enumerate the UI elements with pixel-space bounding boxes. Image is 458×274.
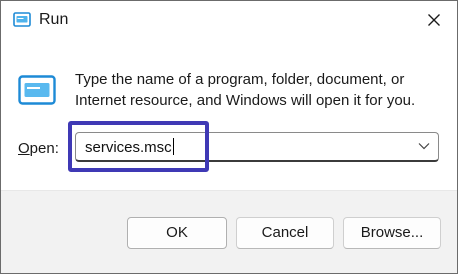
- browse-button-label: Browse...: [360, 224, 424, 241]
- browse-button[interactable]: Browse...: [343, 217, 441, 249]
- ok-button[interactable]: OK: [127, 217, 227, 249]
- title-bar[interactable]: Run: [1, 1, 457, 39]
- run-program-icon: [18, 75, 56, 105]
- text-caret: [172, 138, 174, 155]
- open-label: Open:: [18, 139, 59, 159]
- open-input[interactable]: services.msc: [85, 138, 174, 158]
- open-input-value: services.msc: [85, 139, 172, 156]
- open-label-text: pen:: [29, 140, 59, 157]
- open-combobox[interactable]: services.msc: [75, 132, 439, 162]
- cancel-button[interactable]: Cancel: [236, 217, 334, 249]
- close-icon[interactable]: [421, 7, 447, 33]
- window-title: Run: [39, 11, 69, 28]
- run-app-icon: [13, 12, 31, 27]
- run-dialog: Run Type the name of a program, folder, …: [0, 0, 458, 274]
- dialog-description: Type the name of a program, folder, docu…: [75, 71, 416, 109]
- button-bar: OK Cancel Browse...: [1, 190, 457, 273]
- chevron-down-icon[interactable]: [418, 142, 430, 150]
- open-label-accelerator: O: [18, 140, 30, 157]
